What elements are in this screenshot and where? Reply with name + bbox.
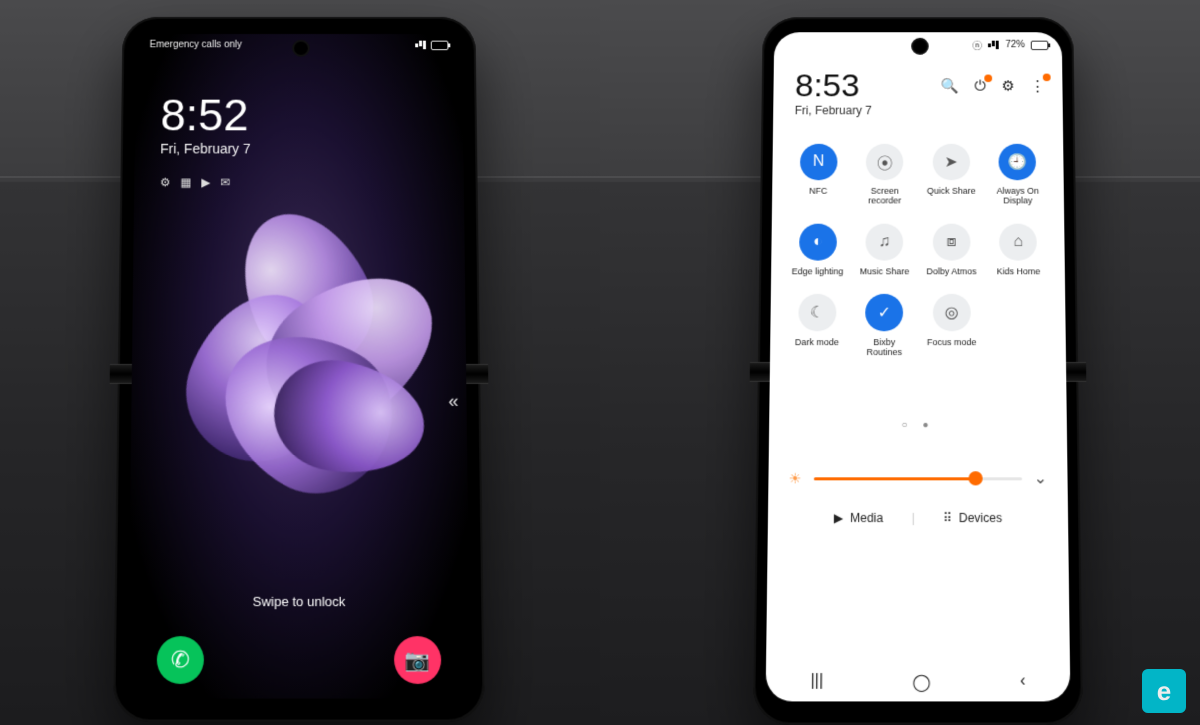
quick-panel[interactable]: ⓝ 72% 8:53 Fri, February 7 🔍 ⏻ ⚙ ⋮ N NFC ⦿… xyxy=(766,32,1071,701)
lock-screen[interactable]: Emergency calls only 8:52 Fri, February … xyxy=(128,34,470,699)
qs-tile-focus[interactable]: ◎ Focus mode xyxy=(921,294,983,358)
quick-settings-grid: N NFC ⦿ Screen recorder ➤ Quick Share 🕘 Always … xyxy=(786,144,1050,358)
qs-tile-screen-recorder[interactable]: ⦿ Screen recorder xyxy=(854,144,915,206)
qs-label: Bixby Routines xyxy=(856,337,912,357)
power-icon[interactable]: ⏻ xyxy=(974,78,986,94)
nav-bar: ||| ◯ ‹ xyxy=(766,672,1071,693)
right-photo: ⓝ 72% 8:53 Fri, February 7 🔍 ⏻ ⚙ ⋮ N NFC ⦿… xyxy=(600,0,1200,725)
punch-hole-camera xyxy=(911,38,929,55)
qs-label: Dolby Atmos xyxy=(926,266,976,276)
screen-recorder-icon: ⦿ xyxy=(866,144,903,180)
qs-tile-dark-mode[interactable]: ☾ Dark mode xyxy=(786,294,848,358)
nfc-icon: N xyxy=(800,144,838,180)
status-bar: ⓝ 72% xyxy=(972,38,1048,52)
status-bar: Emergency calls only xyxy=(150,40,449,50)
page-indicator: ○ ● xyxy=(769,420,1067,431)
qs-label: Quick Share xyxy=(927,186,976,196)
media-devices-row: ▶ Media | ⠿ Devices xyxy=(768,511,1068,525)
slider-track[interactable] xyxy=(813,477,1021,480)
qs-tile-nfc[interactable]: N NFC xyxy=(788,144,849,206)
lock-clock: 8:52 Fri, February 7 xyxy=(160,93,251,156)
phone-icon: ✆ xyxy=(171,646,190,673)
panel-clock: 8:53 Fri, February 7 xyxy=(795,70,872,117)
qs-tile-music-share[interactable]: ♫ Music Share xyxy=(854,223,915,276)
status-text: Emergency calls only xyxy=(150,40,242,50)
swipe-hint: Swipe to unlock xyxy=(129,594,469,609)
panel-actions: 🔍 ⏻ ⚙ ⋮ xyxy=(940,77,1045,94)
clock-time: 8:53 xyxy=(795,70,872,102)
camera-shortcut[interactable]: 📷 xyxy=(394,636,441,684)
sun-icon: ☀ xyxy=(789,470,802,487)
left-photo: Emergency calls only 8:52 Fri, February … xyxy=(0,0,600,725)
phone-right: ⓝ 72% 8:53 Fri, February 7 🔍 ⏻ ⚙ ⋮ N NFC ⦿… xyxy=(753,17,1083,724)
wallpaper-flower xyxy=(164,178,434,513)
phone-shortcut[interactable]: ✆ xyxy=(157,636,204,684)
clock-time: 8:52 xyxy=(160,93,250,137)
watermark-logo: e xyxy=(1142,669,1186,713)
dolby-icon: ⧈ xyxy=(933,223,971,260)
battery-text: 72% xyxy=(1005,40,1025,50)
brightness-slider[interactable]: ☀ ⌄ xyxy=(789,468,1048,488)
settings-icon[interactable]: ⚙ xyxy=(1001,77,1014,94)
qs-tile-kids-home[interactable]: ⌂ Kids Home xyxy=(988,223,1049,276)
recents-icon[interactable]: ||| xyxy=(810,672,823,693)
qs-label: Focus mode xyxy=(927,337,976,347)
battery-icon xyxy=(431,40,449,49)
signal-icon xyxy=(988,41,1000,49)
aod-icon: 🕘 xyxy=(999,144,1037,180)
focus-icon: ◎ xyxy=(933,294,971,331)
quick-share-icon: ➤ xyxy=(932,144,969,180)
qs-tile-dolby[interactable]: ⧈ Dolby Atmos xyxy=(921,223,982,276)
phone-left: Emergency calls only 8:52 Fri, February … xyxy=(113,17,485,722)
signal-icon xyxy=(415,41,427,50)
qs-label: Music Share xyxy=(860,266,910,276)
photo-pair: Emergency calls only 8:52 Fri, February … xyxy=(0,0,1200,725)
badge xyxy=(1043,74,1051,82)
qs-tile-bixby[interactable]: ✓ Bixby Routines xyxy=(854,294,916,358)
edge-lighting-icon: ◐ xyxy=(799,223,837,260)
slider-thumb[interactable] xyxy=(969,471,983,485)
separator: | xyxy=(912,511,915,525)
camera-icon: 📷 xyxy=(405,647,431,673)
slider-fill xyxy=(813,477,975,480)
battery-icon xyxy=(1031,40,1049,49)
qs-label: Screen recorder xyxy=(857,186,912,206)
search-icon[interactable]: 🔍 xyxy=(940,77,958,94)
nfc-status-icon: ⓝ xyxy=(972,38,982,52)
media-icon: ▶ xyxy=(834,511,843,525)
music-share-icon: ♫ xyxy=(866,223,904,260)
badge xyxy=(984,74,992,82)
media-button[interactable]: ▶ Media xyxy=(834,511,883,525)
devices-button[interactable]: ⠿ Devices xyxy=(943,511,1002,525)
chevron-down-icon[interactable]: ⌄ xyxy=(1034,468,1048,488)
dark-mode-icon: ☾ xyxy=(798,294,836,331)
back-icon[interactable]: ‹ xyxy=(1020,672,1026,693)
qs-tile-quick-share[interactable]: ➤ Quick Share xyxy=(921,144,982,206)
double-chevron-icon[interactable]: « xyxy=(448,391,458,412)
kids-home-icon: ⌂ xyxy=(999,223,1037,260)
qs-label: NFC xyxy=(809,186,827,196)
more-icon[interactable]: ⋮ xyxy=(1030,77,1045,94)
qs-label: Dark mode xyxy=(795,337,839,347)
qs-tile-aod[interactable]: 🕘 Always On Display xyxy=(987,144,1048,206)
lock-dock: ✆ 📷 xyxy=(128,636,470,684)
qs-label: Always On Display xyxy=(990,186,1045,206)
bixby-icon: ✓ xyxy=(865,294,903,331)
home-icon[interactable]: ◯ xyxy=(912,672,930,693)
qs-label: Edge lighting xyxy=(792,266,844,276)
qs-label: Kids Home xyxy=(997,266,1041,276)
clock-date: Fri, February 7 xyxy=(795,104,872,117)
devices-icon: ⠿ xyxy=(943,511,952,525)
qs-tile-edge-lighting[interactable]: ◐ Edge lighting xyxy=(787,223,848,276)
clock-date: Fri, February 7 xyxy=(160,141,250,156)
